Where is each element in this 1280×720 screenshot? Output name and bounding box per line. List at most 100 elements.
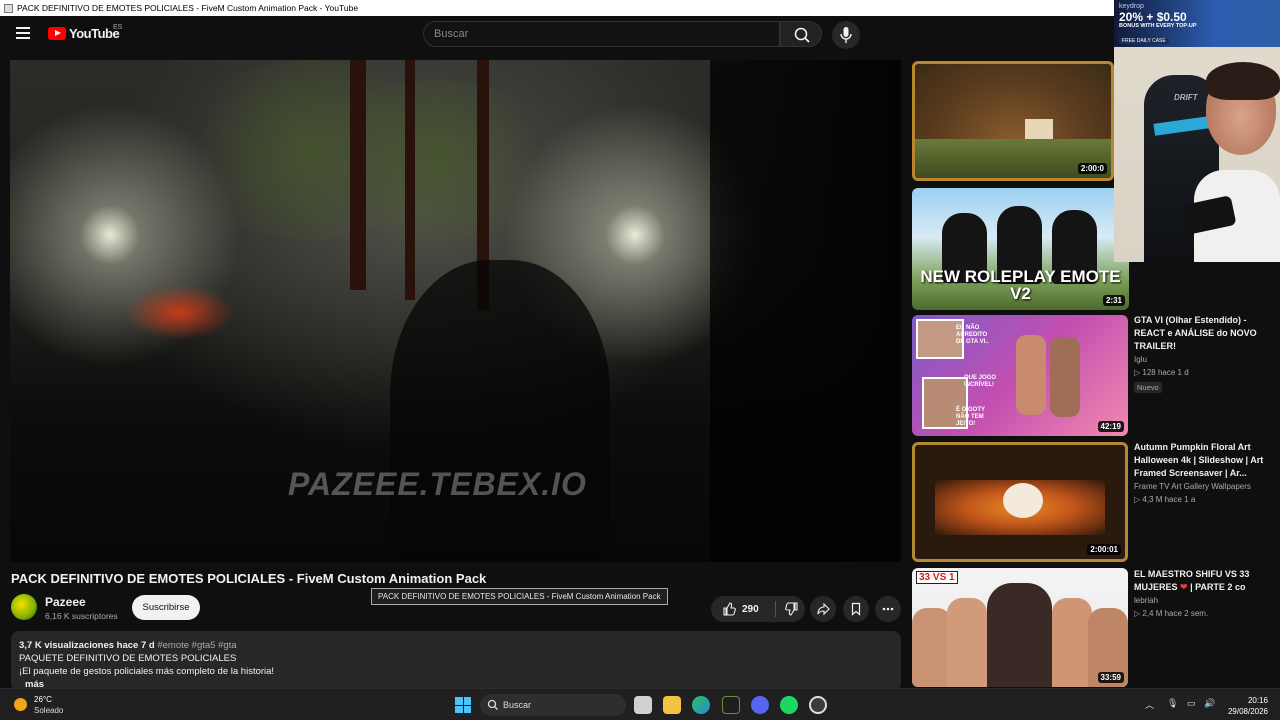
sponsor-banner: keydrop 20% + $0.50 BONUS WITH EVERY TOP…	[1114, 0, 1280, 47]
search-button[interactable]	[780, 21, 822, 47]
thumbs-up-icon	[723, 602, 736, 616]
search-icon	[794, 27, 810, 43]
like-divider	[775, 601, 776, 617]
save-button[interactable]	[843, 596, 869, 622]
taskbar-search[interactable]: Buscar	[480, 694, 626, 716]
thumbnail-text: 33 VS 1	[916, 571, 958, 584]
thumbs-down-icon	[785, 602, 798, 616]
clock-time: 20:16	[1247, 696, 1268, 705]
recommended-meta: ▷ 128 hace 1 d	[1134, 368, 1189, 377]
sponsor-offer: 20% + $0.50	[1119, 10, 1187, 24]
fire-glow	[125, 285, 235, 340]
menu-icon[interactable]	[16, 27, 30, 39]
recommended-title[interactable]: GTA VI (Olhar Estendido) - REACT e ANÁLI…	[1134, 314, 1274, 353]
person-figure	[912, 608, 952, 687]
recommended-video-info[interactable]: Autumn Pumpkin Floral Art Halloween 4k |…	[1134, 441, 1274, 504]
video-title: PACK DEFINITIVO DE EMOTES POLICIALES - F…	[11, 571, 487, 586]
description-stats-line: 3,7 K visualizaciones hace 7 d #emote #g…	[19, 639, 893, 652]
window-title: PACK DEFINITIVO DE EMOTES POLICIALES - F…	[17, 3, 359, 13]
description-line: ¡El paquete de gestos policiales más com…	[19, 666, 275, 677]
streamer-hair	[1206, 62, 1280, 100]
thumbnail-text: NEW ROLEPLAY EMOTE V2	[920, 267, 1121, 303]
search-input[interactable]: Buscar	[423, 21, 780, 47]
recommended-channel[interactable]: Frame TV Art Gallery Wallpapers	[1134, 482, 1274, 491]
sponsor-pill: FREE DAILY CASE	[1119, 38, 1169, 44]
sun-icon[interactable]	[14, 698, 27, 711]
logo-text: YouTube	[69, 26, 120, 41]
taskbar-search-label: Buscar	[503, 700, 532, 710]
microphone-tray-icon[interactable]: 🎙	[1167, 698, 1178, 709]
person-figure	[1052, 598, 1092, 687]
dislike-button[interactable]	[779, 596, 805, 622]
microphone-icon	[840, 27, 852, 43]
cottage-shape	[1025, 119, 1053, 139]
chrome-icon[interactable]	[809, 696, 827, 714]
video-watermark: PAZEEE.TEBEX.IO	[288, 466, 587, 502]
subscribe-button[interactable]: Suscribirse	[132, 595, 200, 620]
recommended-thumbnail[interactable]: 33 VS 1 33:59	[912, 568, 1128, 687]
video-player[interactable]: PAZEEE.TEBEX.IO	[10, 60, 901, 562]
hashtags[interactable]: #emote #gta5 #gta	[157, 640, 236, 651]
recommended-video-info[interactable]: GTA VI (Olhar Estendido) - REACT e ANÁLI…	[1134, 314, 1274, 395]
network-icon[interactable]: ▭	[1187, 698, 1196, 709]
thumbnail-text: É O GOTY NÃO TEM JEITO!	[956, 407, 985, 427]
character-figure	[1016, 335, 1046, 415]
description-box[interactable]: 3,7 K visualizaciones hace 7 d #emote #g…	[11, 631, 901, 691]
edge-icon[interactable]	[692, 696, 710, 714]
weather-condition[interactable]: Soleado	[34, 706, 63, 715]
heart-icon: ❤	[1180, 582, 1188, 592]
like-button[interactable]: 290	[711, 596, 771, 622]
video-duration: 2:00:0	[1077, 163, 1107, 174]
recommended-video-info[interactable]: EL MAESTRO SHIFU VS 33 MUJERES ❤ | PARTE…	[1134, 568, 1274, 618]
favicon-icon	[4, 3, 13, 13]
youtube-header: YouTube ES Buscar	[0, 16, 1114, 52]
sponsor-subtitle: BONUS WITH EVERY TOP-UP	[1119, 23, 1197, 29]
discord-icon[interactable]	[751, 696, 769, 714]
spotify-icon[interactable]	[780, 696, 798, 714]
recommended-title[interactable]: EL MAESTRO SHIFU VS 33 MUJERES ❤ | PARTE…	[1134, 568, 1274, 594]
more-actions-button[interactable]	[875, 596, 901, 622]
recommended-meta: ▷ 4,3 M hace 1 a	[1134, 495, 1196, 504]
chevron-up-icon[interactable]: ︿	[1145, 698, 1154, 711]
taskbar: 26°C Soleado Buscar ︿ 🎙 ▭ 🔊 20:16 29/08/…	[0, 688, 1280, 720]
weather-temperature[interactable]: 26°C	[34, 695, 52, 704]
clock-date: 29/08/2026	[1227, 707, 1268, 716]
volume-icon[interactable]: 🔊	[1204, 698, 1215, 709]
new-badge: Nuevo	[1134, 382, 1162, 393]
task-view-icon[interactable]	[634, 696, 652, 714]
voice-search-button[interactable]	[832, 21, 860, 49]
share-icon	[817, 602, 830, 616]
character-silhouette	[390, 260, 610, 560]
bookmark-icon	[851, 602, 861, 616]
recommended-thumbnail[interactable]: 2:00:01	[912, 442, 1128, 562]
recommended-channel[interactable]: lebriah	[1134, 596, 1274, 605]
video-duration: 2:31	[1102, 295, 1125, 306]
channel-avatar[interactable]	[11, 594, 37, 620]
subscriber-count: 6,16 K suscriptores	[45, 611, 118, 621]
recommended-thumbnail[interactable]: 2:00:0	[912, 61, 1114, 181]
dark-area	[710, 60, 901, 562]
windows-start-icon[interactable]	[455, 697, 471, 713]
view-stats: 3,7 K visualizaciones hace 7 d	[19, 640, 155, 651]
recommended-channel[interactable]: Iglu	[1134, 355, 1274, 364]
white-pumpkin	[1003, 483, 1043, 518]
search-icon	[487, 699, 498, 710]
recommended-title[interactable]: Autumn Pumpkin Floral Art Halloween 4k |…	[1134, 441, 1274, 480]
system-clock[interactable]: 20:16 29/08/2026	[1228, 695, 1268, 717]
chair-brand-text: DRIFT	[1174, 93, 1198, 102]
recommended-thumbnail[interactable]: NEW ROLEPLAY EMOTE V2 2:31	[912, 188, 1129, 310]
video-duration: 33:59	[1097, 672, 1124, 683]
description-line: PAQUETE DEFINITIVO DE EMOTES POLICIALES	[19, 653, 237, 664]
window-titlebar: PACK DEFINITIVO DE EMOTES POLICIALES - F…	[0, 0, 1280, 16]
share-button[interactable]	[810, 596, 836, 622]
youtube-logo[interactable]: YouTube	[48, 26, 120, 41]
game-app-icon[interactable]	[722, 696, 740, 714]
recommended-thumbnail[interactable]: EU NÃO ACREDITO DE GTA VI.. QUE JOGO INC…	[912, 315, 1128, 436]
tree-trunk	[405, 60, 415, 300]
recommended-meta: ▷ 2,4 M hace 2 sem.	[1134, 609, 1209, 618]
file-explorer-icon[interactable]	[663, 696, 681, 714]
channel-name[interactable]: Pazeee	[45, 595, 86, 609]
region-code: ES	[113, 24, 123, 31]
person-figure	[987, 583, 1052, 687]
like-dislike-group: 290	[711, 596, 805, 622]
